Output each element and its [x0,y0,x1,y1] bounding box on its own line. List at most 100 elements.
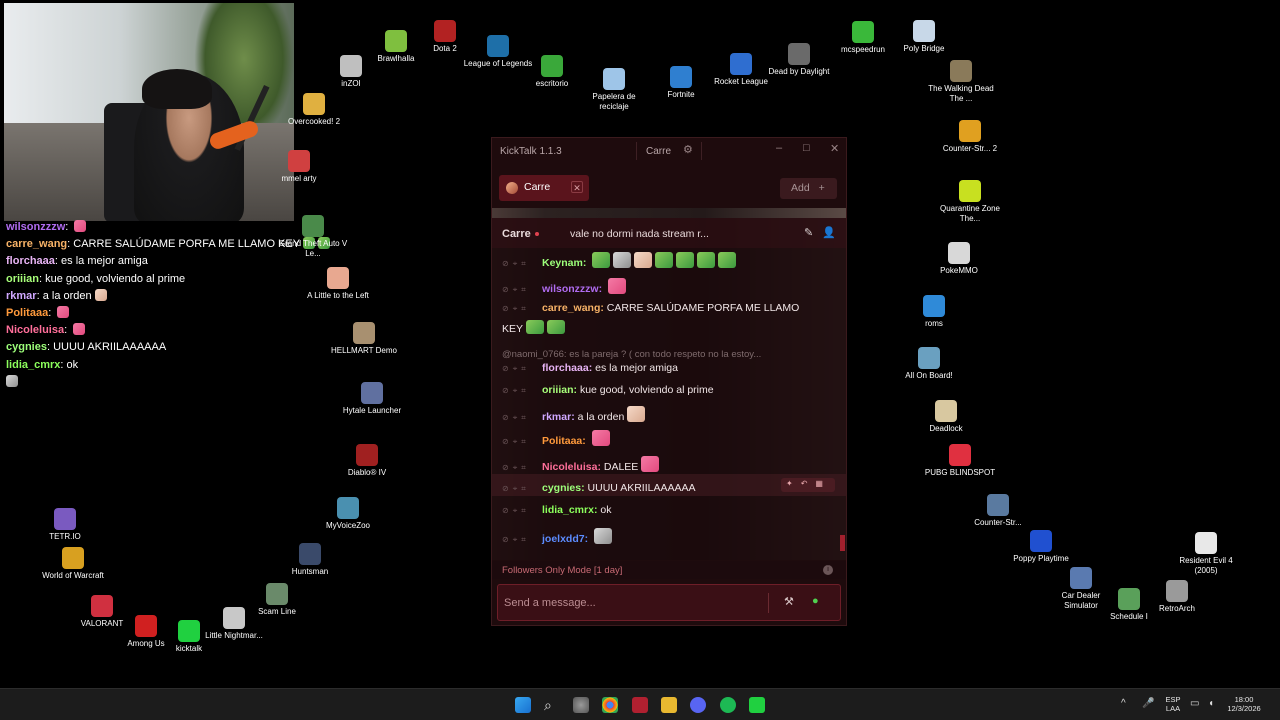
desktop-icon-label: Schedule I [1110,612,1148,621]
kick-emote-icon[interactable]: ● [812,595,819,607]
desktop-icon[interactable]: Deadlock [910,400,982,434]
app-icon[interactable] [632,697,648,713]
delete-icon[interactable]: ▦ [815,479,831,488]
desktop-icon[interactable]: World of Warcraft [37,547,109,581]
chat-username[interactable]: Keynam [542,257,583,269]
chat-username[interactable]: wilsonzzzw [542,283,599,295]
chat-username[interactable]: oriiian [542,384,574,396]
chat-message[interactable]: ⊘⌖⌗ Nicoleluisa: DALEE [502,456,660,473]
chat-message[interactable]: ⊘⌖⌗ cygnies: UUUU AKRIILAAAAAA [502,482,695,494]
emote-picker-icon[interactable]: ⚒ [784,595,794,608]
spotify-icon[interactable] [720,697,736,713]
desktop-icon[interactable]: Little Nightmar... [198,607,270,641]
folder-icon[interactable] [661,697,677,713]
desktop-icon[interactable]: Schedule I [1093,588,1165,622]
input-language[interactable]: ESP LAA [1162,695,1184,713]
start-icon[interactable] [515,697,531,713]
chat-username[interactable]: cygnies [542,482,581,494]
pin-message-icon[interactable]: ✦ [786,479,801,488]
minimize-icon[interactable]: – [776,142,782,154]
chat-username[interactable]: Politaaa [542,435,582,447]
chat-username[interactable]: lidia_cmrx [542,504,594,516]
gear-icon[interactable]: ⚙ [683,143,693,156]
desktop-icon[interactable]: Huntsman [274,543,346,577]
emote-icon [526,320,545,334]
chrome-icon[interactable] [602,697,618,713]
desktop-icon[interactable]: Diablo® IV [331,444,403,478]
desktop-icon[interactable]: Poly Bridge [888,20,960,54]
desktop-icon[interactable]: A Little to the Left [302,267,374,301]
desktop-icon[interactable]: Papelera de reciclaje [578,68,650,111]
desktop-icon[interactable]: Resident Evil 4 (2005) [1170,532,1242,575]
message-input[interactable] [504,593,754,613]
mod-tools-icon[interactable]: ⊘⌖⌗ [502,506,542,516]
desktop-icon[interactable]: The Walking Dead The ... [925,60,997,103]
widgets-icon[interactable] [573,697,589,713]
desktop-icon[interactable]: TETR.IO [29,508,101,542]
tab-carre[interactable]: Carre ✕ [499,175,589,201]
desktop-icon[interactable]: HELLMART Demo [328,322,400,356]
close-tab-icon[interactable]: ✕ [571,181,583,193]
desktop-icon[interactable]: inZOI [315,55,387,89]
mod-tools-icon[interactable]: ⊘⌖⌗ [502,413,542,423]
desktop-icon[interactable]: MyVoiceZoo [312,497,384,531]
desktop-icon[interactable]: All On Board! [893,347,965,381]
chat-message[interactable]: ⊘⌖⌗ Politaaa: [502,430,610,447]
desktop-icon[interactable]: Quarantine Zone The... [934,180,1006,223]
mod-tools-icon[interactable]: ⊘⌖⌗ [502,386,542,396]
chat-message[interactable]: ⊘⌖⌗ joelxdd7: [502,528,613,545]
chat-message[interactable]: ⊘⌖⌗ lidia_cmrx: ok [502,504,611,516]
info-icon[interactable]: i [823,565,833,575]
kicktalk-taskbar-icon[interactable] [749,697,765,713]
mic-icon[interactable]: 🎤 [1142,698,1154,709]
chat-message[interactable]: ⊘⌖⌗ rkmar: a la orden [502,406,646,423]
desktop-icon[interactable]: Counter-Str... [962,494,1034,528]
mod-tools-icon[interactable]: ⊘⌖⌗ [502,484,542,494]
volume-icon[interactable]: ◖ [1208,698,1214,709]
desktop-icon[interactable]: PUBG BLINDSPOT [924,444,996,478]
desktop-icon[interactable]: mmel arty [263,150,335,184]
desktop-icon[interactable]: Hytale Launcher [336,382,408,416]
close-icon[interactable]: ✕ [830,142,839,155]
reply-icon[interactable]: ↶ [801,479,816,488]
desktop-icon[interactable]: PokeMMO [923,242,995,276]
desktop-icon[interactable]: Grand Theft Auto V Le... [277,215,349,258]
mod-tools-icon[interactable]: ⊘⌖⌗ [502,364,542,374]
desktop-icon[interactable]: Overcooked! 2 [278,93,350,127]
mod-tools-icon[interactable]: ⊘⌖⌗ [502,285,542,295]
chat-username: Nicoleluisa [6,324,65,337]
scrollbar[interactable] [840,535,845,551]
discord-icon[interactable] [690,697,706,713]
chat-message-list[interactable]: ✦↶▦ @naomi_0766: es la pareja ? ( con to… [492,248,846,560]
chat-username[interactable]: joelxdd7 [542,533,585,545]
pin-icon[interactable]: ✎ [804,226,813,239]
chat-username[interactable]: Nicoleluisa [542,461,597,473]
desktop-icon-label: Poly Bridge [903,44,945,53]
chat-text: a la orden [42,289,92,302]
desktop-icon[interactable]: roms [898,295,970,329]
desktop-icon[interactable]: Poppy Playtime [1005,530,1077,564]
desktop-icon[interactable]: Counter-Str... 2 [934,120,1006,154]
chat-username[interactable]: carre_wang [542,302,600,314]
desktop-icon[interactable]: Dead by Daylight [763,43,835,77]
maximize-icon[interactable]: □ [803,142,810,154]
chat-message[interactable]: ⊘⌖⌗ wilsonzzzw: [502,278,627,295]
mod-tools-icon[interactable]: ⊘⌖⌗ [502,259,542,269]
chat-message[interactable]: ⊘⌖⌗ Keynam: [502,252,737,269]
chat-username[interactable]: rkmar [542,411,571,423]
user-icon[interactable]: 👤 [822,226,836,239]
mod-tools-icon[interactable]: ⊘⌖⌗ [502,535,542,545]
clock[interactable]: 18:00 12/3/2026 [1224,695,1264,713]
add-channel-button[interactable]: Add + [780,178,837,199]
chat-message[interactable]: ⊘⌖⌗ oriiian: kue good, volviendo al prime [502,384,714,396]
mod-tools-icon[interactable]: ⊘⌖⌗ [502,463,542,473]
mod-tools-icon[interactable]: ⊘⌖⌗ [502,304,542,314]
chat-message[interactable]: ⊘⌖⌗ carre_wang: CARRE SALÚDAME PORFA ME L… [502,302,799,314]
chat-username[interactable]: florchaaa [542,362,589,374]
message-actions[interactable]: ✦↶▦ [781,478,835,492]
chevron-up-icon[interactable]: ^ [1121,698,1126,709]
chat-message[interactable]: ⊘⌖⌗ florchaaa: es la mejor amiga [502,362,678,374]
mod-tools-icon[interactable]: ⊘⌖⌗ [502,437,542,447]
network-icon[interactable]: ▭ [1190,698,1199,709]
search-icon[interactable]: ⌕ [544,697,560,713]
